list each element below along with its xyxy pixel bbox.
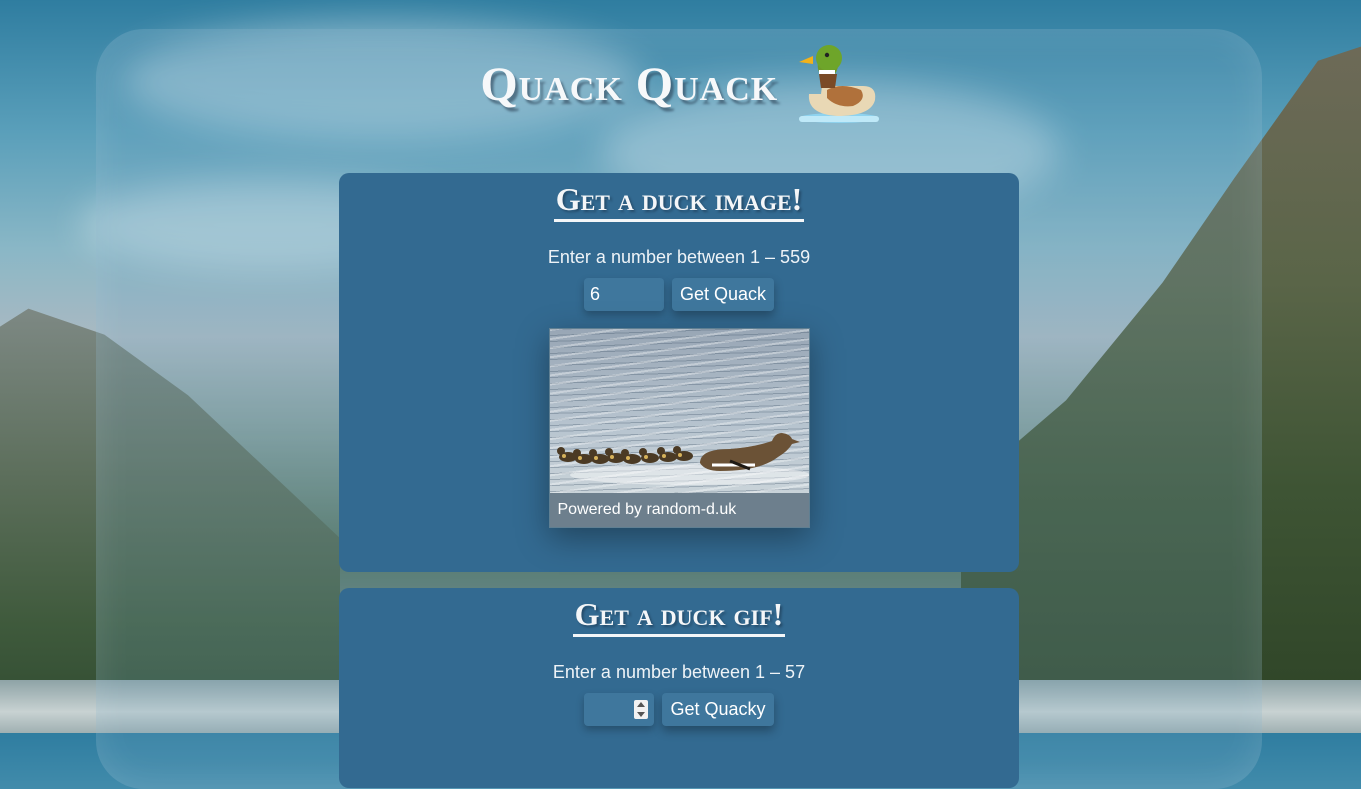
duck-gif-prompt: Enter a number between 1 – 57 [552, 662, 806, 682]
spin-down-icon[interactable] [637, 711, 646, 717]
duck-gif-controls: Get Quacky [339, 693, 1019, 726]
site-header: Quack Quack [0, 42, 1361, 126]
get-quacky-button[interactable]: Get Quacky [662, 693, 774, 726]
duck-photo: Powered by random-d.uk [548, 328, 810, 528]
duck-image-heading: Get a duck image! [553, 181, 805, 222]
duck-image-number-input[interactable] [583, 278, 664, 311]
site-title: Quack Quack [480, 57, 779, 111]
duck-image-card: Get a duck image! Enter a number between… [339, 173, 1019, 572]
get-quack-button[interactable]: Get Quack [671, 278, 775, 311]
number-spinner[interactable] [634, 700, 649, 719]
duck-gif-heading: Get a duck gif! [572, 596, 786, 637]
duck-icon [798, 45, 879, 123]
spin-up-icon[interactable] [637, 702, 646, 708]
duck-gif-card: Get a duck gif! Enter a number between 1… [339, 588, 1019, 788]
duck-gif-number-input[interactable] [584, 693, 655, 726]
duck-family-photo [556, 433, 809, 485]
duck-image-prompt: Enter a number between 1 – 559 [547, 247, 811, 267]
photo-caption: Powered by random-d.uk [549, 493, 809, 527]
duck-image-controls: Get Quack [339, 278, 1019, 311]
